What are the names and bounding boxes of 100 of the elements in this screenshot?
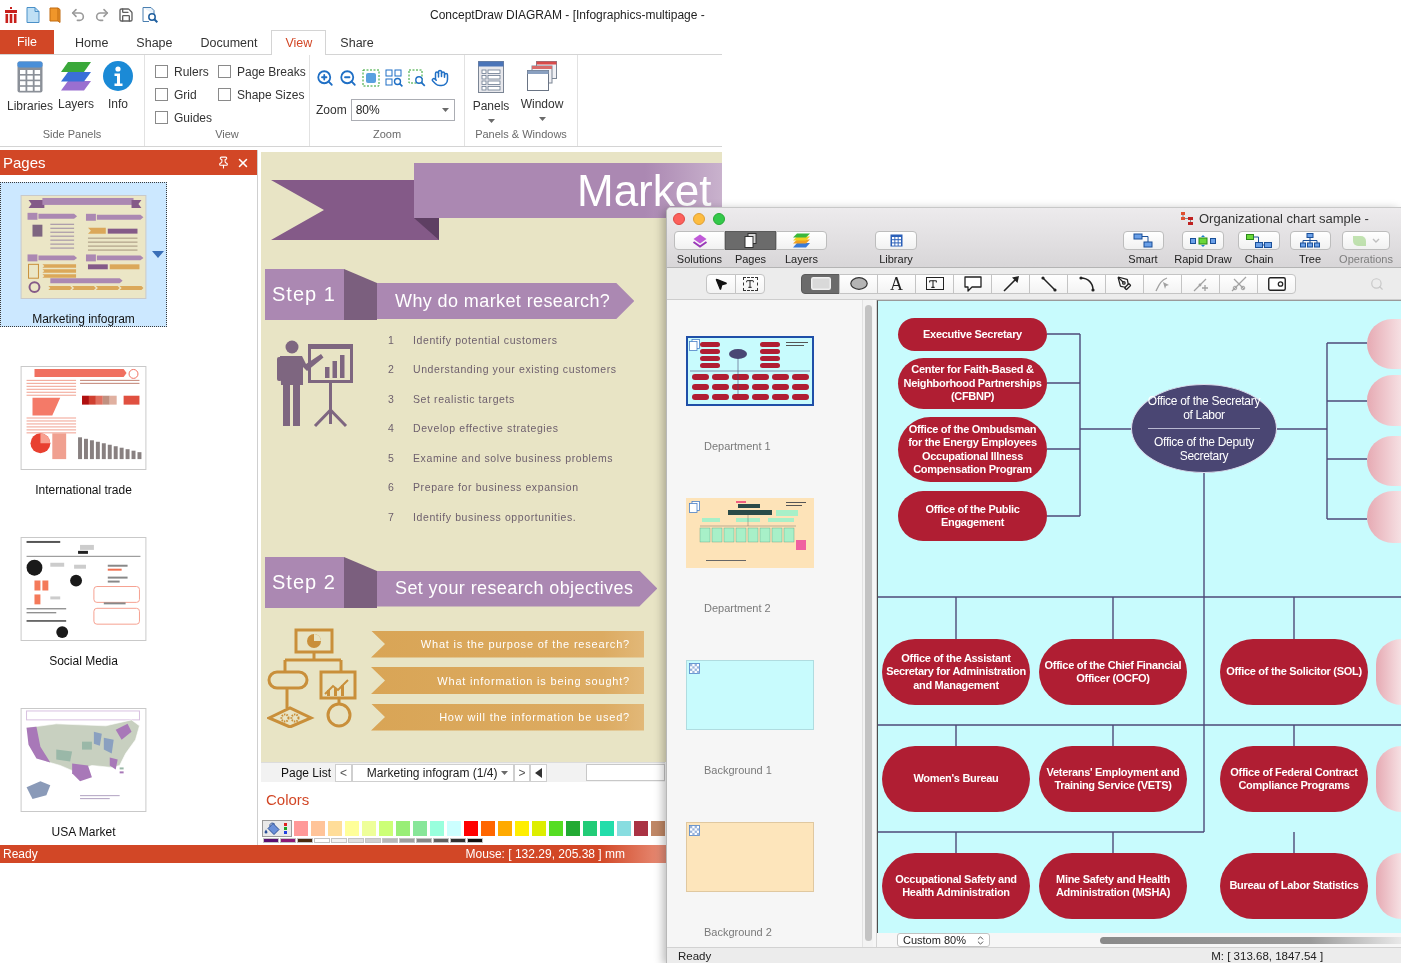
tool-button[interactable] [1067, 273, 1106, 294]
zoom-in-icon[interactable] [316, 69, 334, 87]
color-swatch-icon[interactable] [416, 838, 432, 843]
list-number: 3 [388, 392, 395, 405]
toolbar-button[interactable] [875, 231, 917, 250]
zoom-stepper[interactable]: Custom 80% [897, 933, 990, 947]
toolbar-button[interactable] [725, 231, 776, 250]
ribbon-button[interactable]: Libraries [4, 55, 56, 115]
document-icon[interactable] [26, 7, 40, 23]
tool-button[interactable] [735, 273, 765, 294]
dropdown-triangle-icon[interactable] [152, 251, 164, 258]
tool-button[interactable] [839, 273, 878, 294]
list-number: 4 [388, 422, 395, 435]
page-label[interactable]: Background 1 [704, 764, 772, 777]
color-swatch-icon[interactable] [331, 838, 347, 843]
document-search-icon[interactable] [142, 7, 158, 23]
list-number: 6 [388, 481, 395, 494]
tool-button[interactable] [1257, 273, 1296, 294]
checker-icon [689, 825, 700, 836]
toolbar-button[interactable] [1289, 231, 1331, 250]
color-swatch-icon[interactable] [365, 838, 381, 843]
tool-button[interactable] [953, 273, 992, 294]
toolbar-button[interactable] [1182, 231, 1224, 250]
page-label[interactable]: Department 2 [704, 602, 771, 615]
toolbar-button[interactable] [1238, 231, 1280, 250]
tool-button[interactable] [915, 273, 954, 294]
page-select[interactable]: Marketing infogram (1/4) [351, 763, 514, 782]
tool-button[interactable] [1105, 273, 1144, 294]
tool-button[interactable] [991, 273, 1030, 294]
zoom-selection-icon[interactable] [408, 69, 426, 87]
tool-button[interactable] [706, 273, 736, 294]
file-tab[interactable]: File [0, 30, 54, 54]
color-swatch-icon[interactable] [450, 838, 466, 843]
undo-icon[interactable] [70, 7, 86, 23]
stepper-arrows-icon[interactable] [975, 934, 986, 946]
zoom-grid-icon[interactable] [385, 69, 403, 87]
color-swatch-icon[interactable] [382, 838, 398, 843]
checkbox-label[interactable]: Rulers [174, 64, 209, 79]
checkbox[interactable] [218, 65, 231, 78]
checkbox[interactable] [218, 88, 231, 101]
window-zoom-button[interactable] [713, 212, 725, 225]
window-close-button[interactable] [673, 212, 685, 225]
ribbon-button[interactable]: Panels [466, 55, 516, 125]
page-thumbnail[interactable] [686, 498, 814, 568]
checkbox-label[interactable]: Page Breaks [237, 64, 306, 79]
checkbox-label[interactable]: Guides [174, 110, 213, 125]
redo-icon[interactable] [94, 7, 110, 23]
group-label: Zoom [372, 127, 402, 142]
org-node: Mine Safety and Health Administration (MSHA) [1039, 853, 1187, 919]
page-item[interactable]: USA Market [0, 695, 167, 840]
input-field[interactable] [586, 764, 665, 781]
checkbox-label[interactable]: Grid [174, 87, 197, 102]
ribbon-button[interactable]: Window [516, 55, 568, 123]
app-logo-icon[interactable] [4, 7, 18, 23]
window-minimize-button[interactable] [693, 212, 705, 225]
color-swatch-icon[interactable] [263, 838, 279, 843]
org-node: Office of the Ombudsman for the Energy Employees Occupational Illness Compensation Program [898, 417, 1047, 482]
tool-button[interactable] [801, 273, 840, 294]
save-icon[interactable] [118, 7, 134, 23]
ribbon-tab[interactable]: View [271, 30, 327, 55]
color-swatch-icon[interactable] [297, 838, 313, 843]
fill-tool-button[interactable] [262, 820, 292, 837]
color-swatch-icon[interactable] [348, 838, 364, 843]
pages-icon [689, 501, 700, 513]
page-item[interactable]: Social Media [0, 524, 167, 669]
book-icon[interactable] [48, 7, 62, 23]
checkbox[interactable] [155, 88, 168, 101]
checkbox-label[interactable]: Shape Sizes [237, 87, 305, 102]
ribbon-tab[interactable]: Shape [122, 30, 187, 55]
color-swatch-icon[interactable] [280, 838, 296, 843]
page-label[interactable]: Background 2 [704, 926, 772, 939]
hand-icon[interactable] [431, 69, 449, 87]
page-item[interactable]: Marketing infogram [0, 182, 167, 327]
ribbon-tab[interactable]: Share [326, 30, 388, 55]
tool-button[interactable] [1029, 273, 1068, 294]
checkbox[interactable] [155, 65, 168, 78]
previous-page-button[interactable]: < [335, 763, 352, 782]
checkbox[interactable] [155, 111, 168, 124]
pin-icon[interactable] [217, 156, 230, 169]
page-item[interactable]: International trade [0, 353, 167, 498]
zoom-select[interactable]: 80% [350, 99, 455, 121]
color-swatch-icon[interactable] [467, 838, 483, 843]
list-item: Identify business opportunities. [413, 510, 577, 523]
color-swatch-icon[interactable] [399, 838, 415, 843]
tool-button[interactable]: A [877, 273, 916, 294]
color-swatch-icon[interactable] [433, 838, 449, 843]
color-swatch-icon[interactable] [314, 838, 330, 843]
page-label[interactable]: Department 1 [704, 440, 771, 453]
ribbon-button[interactable]: Layers [56, 55, 96, 113]
panel-toggle-button[interactable] [530, 763, 548, 782]
ribbon-tab[interactable]: Home [61, 30, 123, 55]
page-thumbnail[interactable] [686, 336, 814, 406]
scrollbar[interactable] [1100, 936, 1401, 944]
layers-icon [792, 233, 811, 248]
zoom-out-icon[interactable] [339, 69, 357, 87]
ribbon-button[interactable]: Info [96, 55, 140, 113]
scrollbar[interactable] [862, 300, 873, 947]
fit-page-icon[interactable] [362, 69, 380, 87]
ribbon-tab[interactable]: Document [186, 30, 272, 55]
question-banner: How will the information be used? [371, 703, 644, 731]
